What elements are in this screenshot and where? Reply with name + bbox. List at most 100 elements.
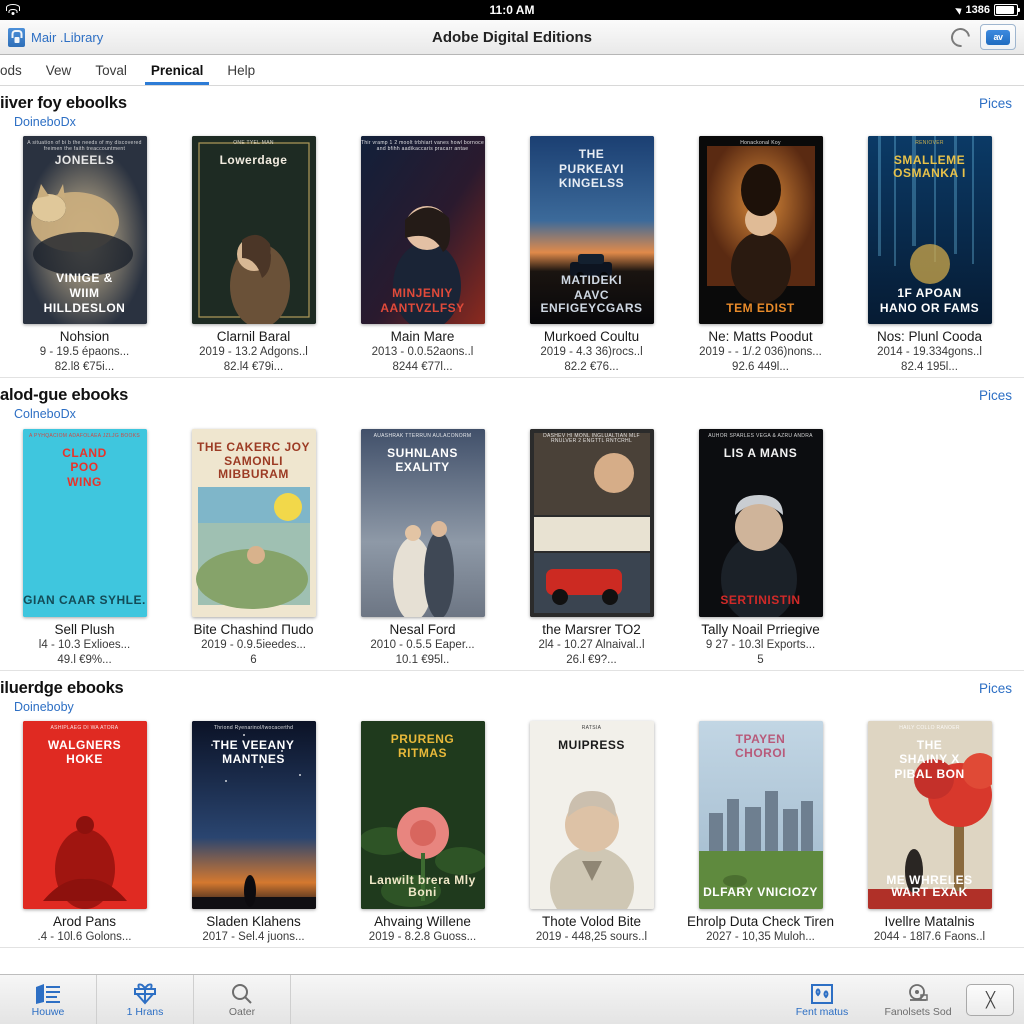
toolbar-button-houwe[interactable]: Houwe [0, 975, 97, 1024]
shelf-more-link[interactable]: Pices [979, 679, 1012, 696]
book-cell[interactable]: A PYHQACIOM ADAFOLAEA JZLJG BOOKS CLAND PO… [0, 428, 169, 668]
toolbar-button-label: Houwe [31, 1005, 65, 1018]
toolbar-button-1-hrans[interactable]: 1 Hrans [97, 975, 194, 1024]
shelf-header: alod-gue ebooks ColneboDx Pices [0, 378, 1024, 422]
book-title: Clarnil Baral [216, 329, 291, 345]
book-cell[interactable]: TPAYEN CHOROI DLFARY VNICIOZY Ehrolp Duta C… [676, 720, 845, 945]
menu-item-ods[interactable]: ods [0, 55, 34, 85]
library-icon [35, 982, 61, 1006]
book-cell[interactable]: RENIOVER SMALLEME OSMANKA I 1F APOAN HANO O… [845, 136, 1014, 375]
menu-item-vew[interactable]: Vew [34, 55, 84, 85]
book-cover[interactable]: Honackonal Koy TEM EDIST [698, 136, 823, 325]
shelf-title-group: iiver foy eboolks DoineboDx [0, 94, 127, 130]
book-title: Nos: Plunl Cooda [876, 329, 983, 345]
book-cell[interactable]: Thriond Ryenarinol/lwocacerthd THE VEEANY… [169, 720, 338, 945]
book-price-line: 8244 €77l... [392, 361, 453, 374]
book-cover[interactable]: Thriond Ryenarinol/lwocacerthd THE VEEANY… [191, 720, 316, 909]
location-arrow-icon [954, 5, 964, 15]
book-cell[interactable]: RATSIA MUIPRESS Thote Volod Bite 2019 - 448… [507, 720, 676, 945]
shelf-section: iluerdge ebooks Doineboby Pices ASHIPLAEG D… [0, 671, 1024, 948]
book-detail-line: 2019 - 448,25 sours..l [535, 930, 648, 943]
book-cover[interactable]: ONE TYEL MAN Lowerdage [191, 136, 316, 325]
book-meta: Nesal Ford 2010 - 0.5.5 Eaper... 10.1 €95l… [342, 617, 503, 668]
shelf-title: alod-gue ebooks [0, 386, 129, 405]
book-meta: Thote Volod Bite 2019 - 448,25 sours..l [511, 909, 672, 945]
shelf-title-group: iluerdge ebooks Doineboby [0, 679, 124, 715]
page-title: Adobe Digital Editions [432, 28, 592, 46]
book-cover[interactable]: DASHEV HI MONL INGLUALTIAN MLF RNULVER 2… [529, 428, 654, 617]
book-meta: Arod Pans .4 - 10l.6 Golons... [4, 909, 165, 945]
main-library-link[interactable]: Mair .Library [31, 30, 103, 45]
book-cover[interactable]: HAILY COLLO RANOER THE SHAINY X PIBAL BON ME… [867, 720, 992, 909]
book-cell[interactable]: HAILY COLLO RANOER THE SHAINY X PIBAL BON ME… [845, 720, 1014, 945]
toolbar-button-oater[interactable]: Oater [194, 975, 291, 1024]
book-cell[interactable]: PRURENG RITMAS Lanwilt brera Mly Boni Ahvai… [338, 720, 507, 945]
book-title: Thote Volod Bite [541, 913, 642, 929]
book-title: Ehrolp Duta Check Tiren [686, 913, 835, 929]
book-cover[interactable]: A PYHQACIOM ADAFOLAEA JZLJG BOOKS CLAND PO… [22, 428, 147, 617]
search-icon [230, 982, 254, 1006]
book-cover[interactable]: AUASHRAK TTERRUN AULACONORM SUHNLANS EXALI… [360, 428, 485, 617]
book-row: A PYHQACIOM ADAFOLAEA JZLJG BOOKS CLAND PO… [0, 423, 1024, 668]
app-screen: 11:0 AM 1386 Mair .Library Adobe Digital… [0, 0, 1024, 1024]
book-price-line: 6 [250, 653, 257, 666]
book-cell[interactable]: THE CAKERC JOY SAMONLI MIBBURAM Bite Chash… [169, 428, 338, 668]
book-cell[interactable]: THE PURKEAYI KINGELSS MATIDEKI AAVC ENFIGEYC… [507, 136, 676, 375]
book-price-line: 82.l8 €75i... [54, 361, 115, 374]
book-cover[interactable]: RENIOVER SMALLEME OSMANKA I 1F APOAN HANO O… [867, 136, 992, 325]
menu-item-help[interactable]: Help [215, 55, 267, 85]
book-cover[interactable]: PRURENG RITMAS Lanwilt brera Mly Boni [360, 720, 485, 909]
shelf-subtitle-link[interactable]: ColneboDx [0, 406, 128, 422]
book-cell[interactable]: AUASHRAK TTERRUN AULACONORM SUHNLANS EXALI… [338, 428, 507, 668]
book-cover[interactable]: THE CAKERC JOY SAMONLI MIBBURAM [191, 428, 316, 617]
book-price-line: 82.l4 €79i... [223, 361, 284, 374]
book-cell[interactable]: AUHOR SPARLES VEGA & AZRU ANDRA LIS A MAN… [676, 428, 845, 668]
book-detail-line: 2019 - 0.9.5ieedes... [201, 638, 306, 651]
book-cover[interactable]: RATSIA MUIPRESS [529, 720, 654, 909]
shelf-more-link[interactable]: Pices [979, 386, 1012, 403]
book-cover[interactable]: ASHIPLAEG DI WA ATORA WALGNERS HOKE [22, 720, 147, 909]
book-cell[interactable]: Honackonal Koy TEM EDIST Ne: Matts Poodut 2… [676, 136, 845, 375]
book-cover[interactable]: TPAYEN CHOROI DLFARY VNICIOZY [698, 720, 823, 909]
book-row: A situation of bi b the needs of my disc… [0, 130, 1024, 375]
book-meta: Bite Chashind Пudo 2019 - 0.9.5ieedes... 6 [173, 617, 334, 668]
book-cell[interactable]: ASHIPLAEG DI WA ATORA WALGNERS HOKE Arod Pa… [0, 720, 169, 945]
book-meta: Sladen Klahens 2017 - Sel.4 juons... [173, 909, 334, 945]
book-meta: Tally Noail Prriegive 9 27 - 10.3l Export… [680, 617, 841, 668]
lock-badge-icon [8, 27, 25, 47]
book-detail-line: 2027 - 10,35 Muloh... [706, 930, 815, 943]
sync-button[interactable]: av [980, 24, 1016, 50]
book-cover[interactable]: A situation of bi b the needs of my disc… [22, 136, 147, 325]
book-cell[interactable]: ONE TYEL MAN Lowerdage Clarnil Baral 2019 -… [169, 136, 338, 375]
menu-item-prenical[interactable]: Prenical [139, 55, 216, 85]
book-cell[interactable]: DASHEV HI MONL INGLUALTIAN MLF RNULVER 2… [507, 428, 676, 668]
book-price-line: 82.4 195l... [901, 361, 958, 374]
book-cell[interactable]: A situation of bi b the needs of my disc… [0, 136, 169, 375]
book-detail-line: 2013 - 0.0.52aons..l [371, 346, 474, 359]
refresh-icon[interactable] [947, 23, 974, 51]
book-meta: Nos: Plunl Cooda 2014 - 19.334gons..l 82.4… [849, 324, 1010, 375]
book-cover[interactable]: Thir vramp 1 2 moolt trbhiart vanes howl… [360, 136, 485, 325]
shelf-more-link[interactable]: Pices [979, 94, 1012, 111]
book-title: the Marsrer TO2 [542, 621, 641, 637]
book-cover[interactable]: THE PURKEAYI KINGELSS MATIDEKI AAVC ENFIGEYC… [529, 136, 654, 325]
shelf-subtitle-link[interactable]: Doineboby [0, 699, 124, 715]
toolbar-button-label: 1 Hrans [126, 1005, 164, 1018]
book-price-line: 5 [757, 653, 764, 666]
close-x-icon[interactable]: ╳ [966, 983, 1014, 1016]
book-meta: Ivellre Matalnis 2044 - 18l7.6 Faons..l [849, 909, 1010, 945]
book-price-line: 10.1 €95l.. [395, 653, 450, 666]
book-cell[interactable]: Thir vramp 1 2 moolt trbhiart vanes howl… [338, 136, 507, 375]
book-detail-line: 2017 - Sel.4 juons... [202, 930, 305, 943]
menu-item-toval[interactable]: Toval [83, 55, 139, 85]
book-meta: Ahvaing Willene 2019 - 8.2.8 Guoss... [342, 909, 503, 945]
ios-status-bar: 11:0 AM 1386 [0, 0, 1024, 20]
book-detail-line: 2019 - 8.2.8 Guoss... [368, 930, 477, 943]
book-cover[interactable]: AUHOR SPARLES VEGA & AZRU ANDRA LIS A MAN… [698, 428, 823, 617]
shelf-subtitle-link[interactable]: DoineboDx [0, 114, 127, 130]
toolbar-button-fanolsets-sod[interactable]: Fanolsets Sod [870, 975, 966, 1024]
toolbar-button-fent-matus[interactable]: Fent matus [774, 975, 870, 1024]
book-detail-line: 2044 - 18l7.6 Faons..l [873, 930, 986, 943]
bookmark-panel-icon [810, 982, 834, 1006]
book-title: Ne: Matts Poodut [708, 329, 813, 345]
